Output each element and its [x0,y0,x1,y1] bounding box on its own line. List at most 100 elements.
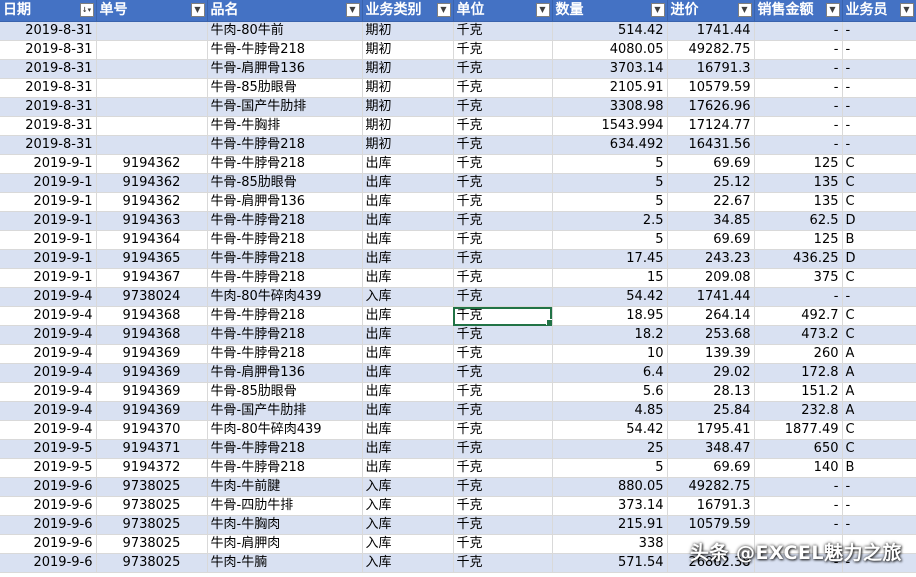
header-order-no[interactable]: 单号 ▼ [96,0,208,22]
cell-cost[interactable]: 1795.41 [667,420,755,440]
cell-staff[interactable]: - [842,116,916,136]
cell-cost[interactable]: 69.69 [667,154,755,174]
cell-cost[interactable]: 253.68 [667,325,755,345]
cell-staff[interactable]: B [842,230,916,250]
filter-dropdown-icon[interactable]: ▼ [190,3,205,17]
cell-staff[interactable]: - [842,40,916,60]
cell-cost[interactable]: 139.39 [667,344,755,364]
cell-date[interactable]: 2019-9-1 [0,230,97,250]
cell-staff[interactable]: - [842,21,916,41]
cell-cost[interactable]: 25.12 [667,173,755,193]
cell-staff[interactable]: C [842,420,916,440]
cell-staff[interactable]: A [842,382,916,402]
cell-qty[interactable]: 338 [552,534,668,554]
cell-date[interactable]: 2019-8-31 [0,135,97,155]
cell-unit[interactable]: 千克 [453,21,553,41]
cell-staff[interactable]: - [842,287,916,307]
cell-date[interactable]: 2019-9-6 [0,553,97,573]
header-cost[interactable]: 进价 ▼ [667,0,755,22]
cell-order-no[interactable]: 9194368 [96,325,208,345]
cell-category[interactable]: 期初 [362,97,454,117]
cell-date[interactable]: 2019-9-6 [0,534,97,554]
cell-sales[interactable]: - [754,477,843,497]
cell-cost[interactable]: 49282.75 [667,40,755,60]
cell-unit[interactable]: 千克 [453,173,553,193]
cell-product[interactable]: 牛骨-牛脖骨218 [207,135,363,155]
cell-product[interactable]: 牛骨-牛脖骨218 [207,230,363,250]
cell-staff[interactable]: D [842,249,916,269]
cell-product[interactable]: 牛骨-牛脖骨218 [207,268,363,288]
cell-product[interactable]: 牛骨-牛胸排 [207,116,363,136]
cell-qty[interactable]: 25 [552,439,668,459]
cell-order-no[interactable]: 9738025 [96,515,208,535]
cell-category[interactable]: 出库 [362,363,454,383]
cell-sales[interactable]: 125 [754,230,843,250]
cell-order-no[interactable]: 9194370 [96,420,208,440]
cell-date[interactable]: 2019-8-31 [0,59,97,79]
cell-category[interactable]: 出库 [362,458,454,478]
cell-staff[interactable]: C [842,154,916,174]
cell-cost[interactable]: 1741.44 [667,287,755,307]
cell-sales[interactable]: - [754,116,843,136]
cell-staff[interactable]: A [842,344,916,364]
cell-cost[interactable]: 16791.3 [667,496,755,516]
cell-sales[interactable]: 135 [754,173,843,193]
cell-qty[interactable]: 18.2 [552,325,668,345]
cell-date[interactable]: 2019-9-4 [0,382,97,402]
cell-category[interactable]: 出库 [362,249,454,269]
filter-dropdown-icon[interactable]: ▼ [737,3,752,17]
cell-product[interactable]: 牛肉-牛胸肉 [207,515,363,535]
cell-sales[interactable]: 135 [754,192,843,212]
cell-qty[interactable]: 2.5 [552,211,668,231]
cell-sales[interactable]: - [754,97,843,117]
cell-sales[interactable]: 151.2 [754,382,843,402]
cell-product[interactable]: 牛骨-牛脖骨218 [207,325,363,345]
cell-product[interactable]: 牛骨-牛脖骨218 [207,306,363,326]
cell-qty[interactable]: 18.95 [552,306,668,326]
cell-unit[interactable]: 千克 [453,268,553,288]
cell-cost[interactable]: 28.13 [667,382,755,402]
cell-date[interactable]: 2019-9-1 [0,192,97,212]
cell-staff[interactable]: C [842,192,916,212]
cell-unit[interactable]: 千克 [453,211,553,231]
cell-qty[interactable]: 4.85 [552,401,668,421]
cell-staff[interactable]: C [842,439,916,459]
cell-date[interactable]: 2019-8-31 [0,21,97,41]
cell-qty[interactable]: 5 [552,458,668,478]
cell-order-no[interactable] [96,135,208,155]
cell-order-no[interactable] [96,97,208,117]
cell-unit[interactable]: 千克 [453,382,553,402]
cell-qty[interactable]: 514.42 [552,21,668,41]
cell-date[interactable]: 2019-9-1 [0,268,97,288]
cell-category[interactable]: 期初 [362,40,454,60]
cell-sales[interactable]: 172.8 [754,363,843,383]
cell-qty[interactable]: 2105.91 [552,78,668,98]
cell-qty[interactable]: 5 [552,230,668,250]
cell-product[interactable]: 牛骨-牛脖骨218 [207,154,363,174]
cell-date[interactable]: 2019-9-4 [0,420,97,440]
cell-date[interactable]: 2019-8-31 [0,40,97,60]
cell-order-no[interactable]: 9194365 [96,249,208,269]
cell-qty[interactable]: 373.14 [552,496,668,516]
cell-category[interactable]: 入库 [362,287,454,307]
cell-qty[interactable]: 17.45 [552,249,668,269]
filter-dropdown-icon[interactable]: ▼ [345,3,360,17]
cell-category[interactable]: 出库 [362,325,454,345]
cell-category[interactable]: 出库 [362,211,454,231]
cell-cost[interactable]: 348.47 [667,439,755,459]
cell-category[interactable]: 期初 [362,59,454,79]
cell-order-no[interactable] [96,116,208,136]
cell-unit[interactable]: 千克 [453,59,553,79]
cell-product[interactable]: 牛骨-牛脖骨218 [207,249,363,269]
cell-qty[interactable]: 10 [552,344,668,364]
cell-unit[interactable]: 千克 [453,515,553,535]
cell-category[interactable]: 期初 [362,135,454,155]
cell-category[interactable]: 出库 [362,192,454,212]
cell-sales[interactable]: 492.7 [754,306,843,326]
cell-order-no[interactable] [96,78,208,98]
cell-qty[interactable]: 5 [552,192,668,212]
cell-sales[interactable]: 232.8 [754,401,843,421]
cell-category[interactable]: 出库 [362,154,454,174]
header-staff[interactable]: 业务员 ▼ [842,0,916,22]
cell-category[interactable]: 出库 [362,439,454,459]
